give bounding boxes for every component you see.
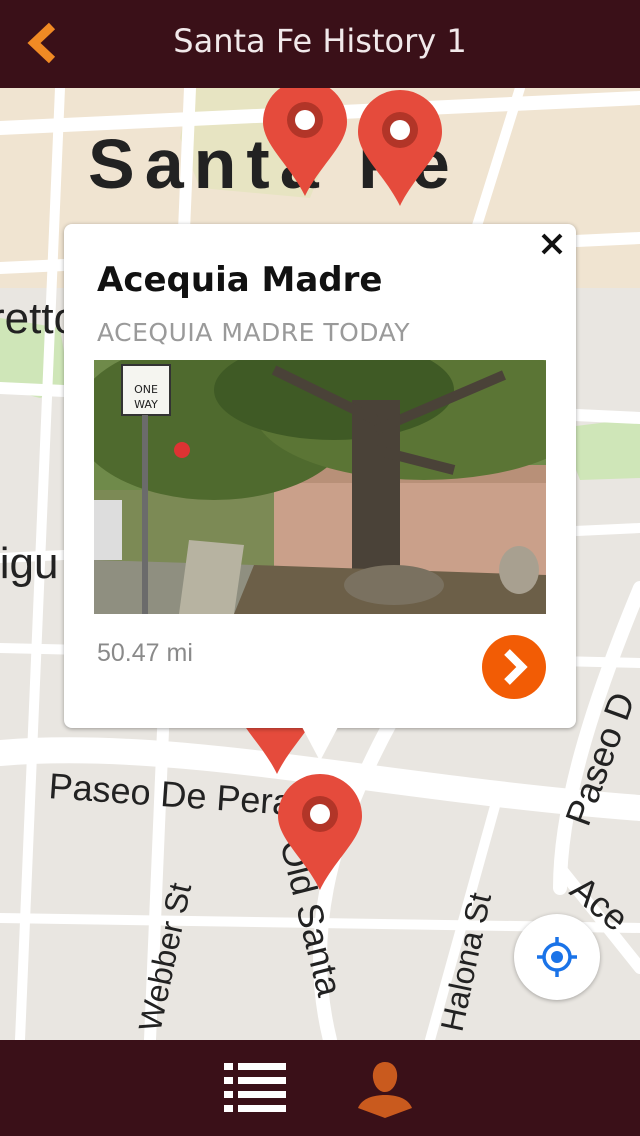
sign-text: ONE [134,383,158,396]
tab-bar [0,1040,640,1136]
street-label: ligu [0,539,59,588]
location-photo[interactable]: ONE WAY [94,360,546,614]
tree-photo: ONE WAY [94,360,546,614]
open-details-button[interactable] [482,635,546,699]
distance-label: 50.47 mi [97,639,193,667]
close-icon [541,233,563,255]
map-pin[interactable] [355,90,445,208]
callout-pointer [302,727,338,761]
location-callout[interactable]: Acequia Madre ACEQUIA MADRE TODAY ONE WA… [64,224,576,728]
callout-subtitle: ACEQUIA MADRE TODAY [97,318,411,347]
page-title: Santa Fe History 1 [173,22,467,60]
profile-tab[interactable] [354,1058,416,1120]
chevron-right-icon [504,649,528,685]
callout-title: Acequia Madre [97,260,383,300]
close-button[interactable] [538,230,566,258]
person-icon [358,1062,412,1118]
locate-me-button[interactable] [514,914,600,1000]
street-label: Halona St [434,889,498,1034]
list-icon [224,1063,286,1112]
nav-bar: Santa Fe History 1 [0,0,640,88]
crosshair-icon [537,937,577,977]
map-pin[interactable] [275,774,365,892]
sign-text: WAY [134,398,158,411]
list-tab[interactable] [222,1060,288,1116]
street-label: Webber St [132,880,199,1035]
map-pin[interactable] [260,88,350,198]
